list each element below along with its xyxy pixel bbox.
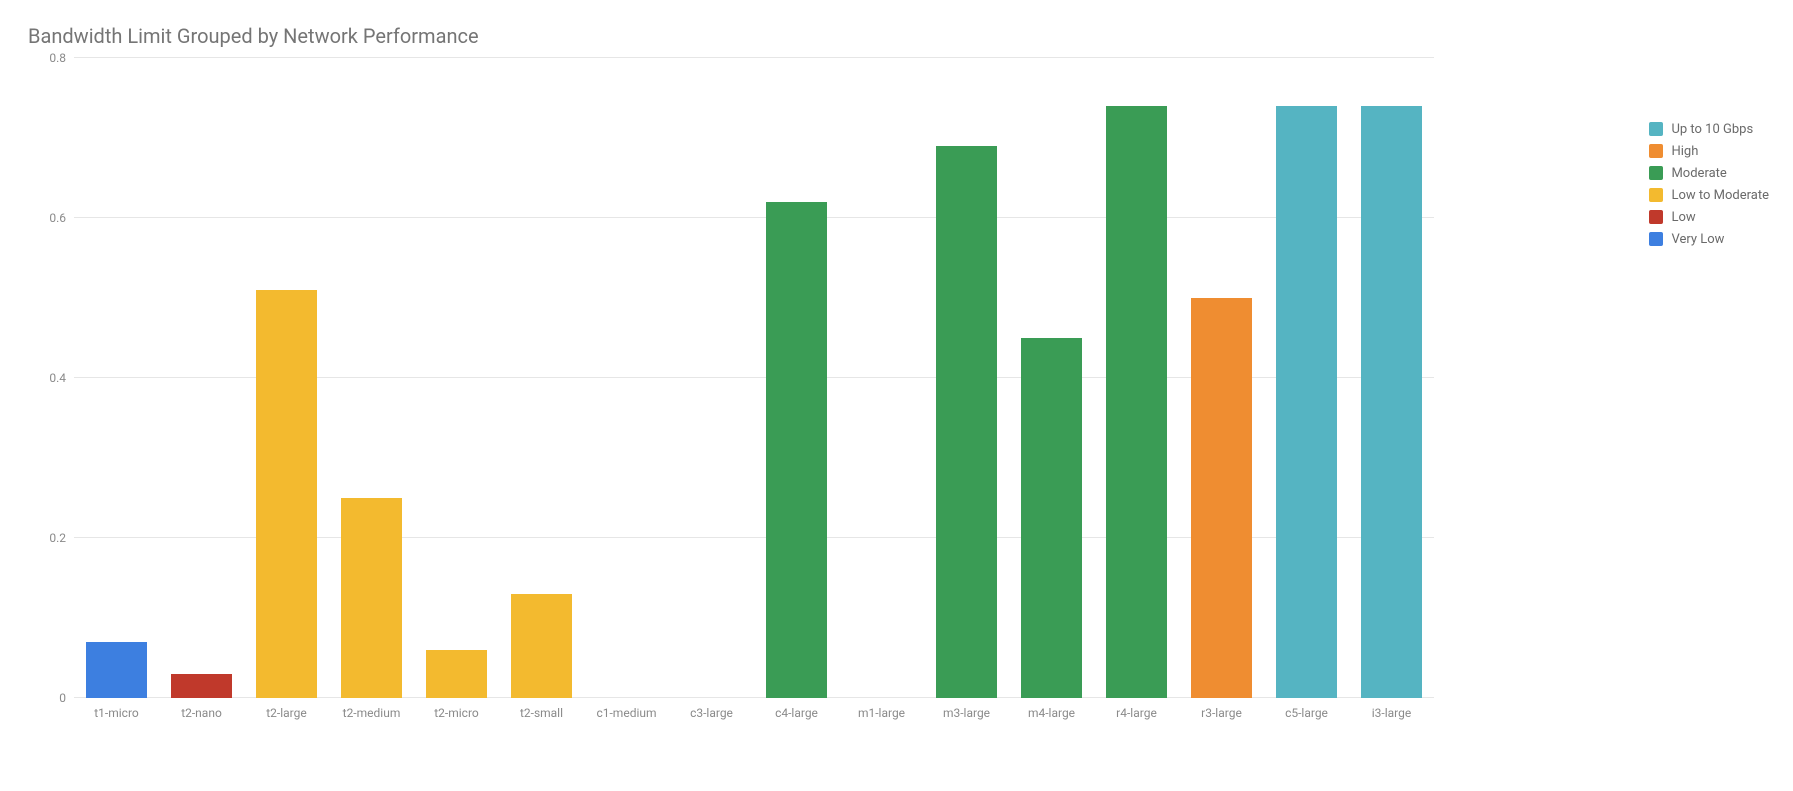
x-tick-label: t1-micro bbox=[74, 706, 159, 720]
legend-item: Low to Moderate bbox=[1649, 184, 1769, 206]
legend-label: Up to 10 Gbps bbox=[1671, 122, 1753, 137]
bar-slot: t2-small bbox=[499, 58, 584, 698]
legend-label: Low bbox=[1671, 210, 1695, 225]
bar-slot: r3-large bbox=[1179, 58, 1264, 698]
x-tick-label: t2-large bbox=[244, 706, 329, 720]
legend-swatch bbox=[1649, 188, 1663, 202]
bar-slot: t2-micro bbox=[414, 58, 499, 698]
bar-slot: i3-large bbox=[1349, 58, 1434, 698]
x-tick-label: c5-large bbox=[1264, 706, 1349, 720]
x-tick-label: t2-nano bbox=[159, 706, 244, 720]
legend-item: Moderate bbox=[1649, 162, 1769, 184]
plot-region: 00.20.40.60.8t1-microt2-nanot2-larget2-m… bbox=[74, 58, 1434, 698]
chart-container: Bandwidth Limit Grouped by Network Perfo… bbox=[0, 0, 1793, 791]
bar-slot: m3-large bbox=[924, 58, 1009, 698]
bar-slot: c1-medium bbox=[584, 58, 669, 698]
bar bbox=[341, 498, 402, 698]
legend-swatch bbox=[1649, 232, 1663, 246]
bar bbox=[1106, 106, 1167, 698]
y-tick-label: 0.6 bbox=[34, 211, 66, 225]
bar bbox=[256, 290, 317, 698]
legend-item: Up to 10 Gbps bbox=[1649, 118, 1769, 140]
x-tick-label: c4-large bbox=[754, 706, 839, 720]
chart-area: 00.20.40.60.8t1-microt2-nanot2-larget2-m… bbox=[46, 58, 1777, 758]
y-tick-label: 0 bbox=[34, 691, 66, 705]
y-tick-label: 0.4 bbox=[34, 371, 66, 385]
legend-swatch bbox=[1649, 144, 1663, 158]
legend-item: High bbox=[1649, 140, 1769, 162]
x-tick-label: t2-small bbox=[499, 706, 584, 720]
bar bbox=[936, 146, 997, 698]
x-tick-label: r4-large bbox=[1094, 706, 1179, 720]
x-tick-label: m3-large bbox=[924, 706, 1009, 720]
bar bbox=[1021, 338, 1082, 698]
bar bbox=[171, 674, 232, 698]
bar-slot: c3-large bbox=[669, 58, 754, 698]
legend-swatch bbox=[1649, 210, 1663, 224]
legend-item: Low bbox=[1649, 206, 1769, 228]
x-tick-label: m1-large bbox=[839, 706, 924, 720]
legend-label: Moderate bbox=[1671, 166, 1726, 181]
legend-item: Very Low bbox=[1649, 228, 1769, 250]
x-tick-label: m4-large bbox=[1009, 706, 1094, 720]
x-tick-label: c3-large bbox=[669, 706, 754, 720]
bar bbox=[86, 642, 147, 698]
x-tick-label: t2-medium bbox=[329, 706, 414, 720]
bar-slot: m4-large bbox=[1009, 58, 1094, 698]
legend-swatch bbox=[1649, 122, 1663, 136]
legend-label: Low to Moderate bbox=[1671, 188, 1769, 203]
bar-slot: t2-medium bbox=[329, 58, 414, 698]
bar bbox=[1361, 106, 1422, 698]
bar-slot: t2-large bbox=[244, 58, 329, 698]
bar-slot: t2-nano bbox=[159, 58, 244, 698]
x-tick-label: t2-micro bbox=[414, 706, 499, 720]
bar-slot: m1-large bbox=[839, 58, 924, 698]
chart-title: Bandwidth Limit Grouped by Network Perfo… bbox=[28, 24, 1777, 48]
bar bbox=[1276, 106, 1337, 698]
bar-slot: c4-large bbox=[754, 58, 839, 698]
bar bbox=[766, 202, 827, 698]
bar-slot: t1-micro bbox=[74, 58, 159, 698]
bar-slot: c5-large bbox=[1264, 58, 1349, 698]
y-tick-label: 0.2 bbox=[34, 531, 66, 545]
bar bbox=[426, 650, 487, 698]
bar-slot: r4-large bbox=[1094, 58, 1179, 698]
bar bbox=[511, 594, 572, 698]
legend-swatch bbox=[1649, 166, 1663, 180]
legend-label: Very Low bbox=[1671, 232, 1724, 247]
x-tick-label: r3-large bbox=[1179, 706, 1264, 720]
bar bbox=[1191, 298, 1252, 698]
legend-label: High bbox=[1671, 144, 1698, 159]
x-tick-label: i3-large bbox=[1349, 706, 1434, 720]
legend: Up to 10 Gbps High Moderate Low to Moderate… bbox=[1649, 118, 1769, 250]
x-tick-label: c1-medium bbox=[584, 706, 669, 720]
y-tick-label: 0.8 bbox=[34, 51, 66, 65]
